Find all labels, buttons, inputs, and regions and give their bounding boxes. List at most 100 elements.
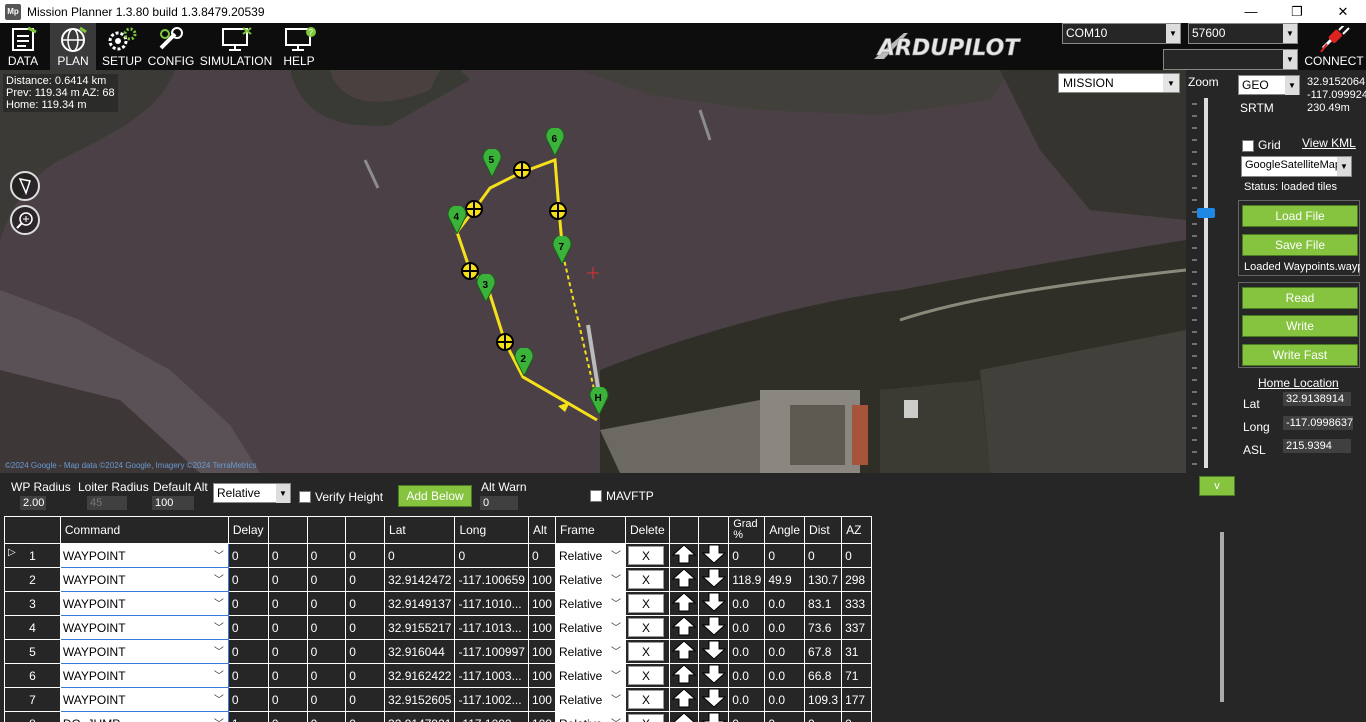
- frame-select[interactable]: Relative﹀: [554, 687, 627, 712]
- table-row[interactable]: 7 WAYPOINT ﹀ 0 0 0 0 32.9152605 -117.1002... 100 R…: [4, 687, 872, 712]
- wp-radius-field[interactable]: 2.00: [20, 496, 46, 510]
- read-button[interactable]: Read: [1242, 287, 1358, 309]
- delete-row-button[interactable]: X: [628, 666, 664, 685]
- zoom-slider-thumb[interactable]: [1197, 208, 1215, 218]
- delete-row-button[interactable]: X: [628, 642, 664, 661]
- row-index[interactable]: 7: [4, 687, 61, 712]
- save-file-button[interactable]: Save File: [1242, 234, 1358, 256]
- map-mode-select[interactable]: MISSION ▼: [1058, 73, 1180, 93]
- altitude-frame-select[interactable]: Relative ▼: [213, 483, 291, 503]
- load-file-button[interactable]: Load File: [1242, 205, 1358, 227]
- table-row[interactable]: 2 WAYPOINT ﹀ 0 0 0 0 32.9142472 -117.100659 100 Re…: [4, 567, 872, 592]
- waypoint-marker-6[interactable]: 6: [545, 126, 565, 159]
- param1-cell[interactable]: 0: [227, 687, 269, 712]
- link-select[interactable]: ▼: [1163, 49, 1298, 70]
- table-row[interactable]: 4 WAYPOINT ﹀ 0 0 0 0 32.9155217 -117.1013... 100 R…: [4, 615, 872, 640]
- home-long-field[interactable]: -117.0998637: [1283, 416, 1353, 430]
- lat-cell[interactable]: 32.9152605: [384, 687, 456, 712]
- command-select[interactable]: WAYPOINT ﹀: [59, 567, 229, 592]
- long-cell[interactable]: -117.100997: [454, 639, 529, 664]
- row-index[interactable]: 4: [4, 615, 61, 640]
- param3-cell[interactable]: 0: [306, 543, 347, 568]
- delete-row-button[interactable]: X: [628, 618, 664, 637]
- command-select[interactable]: WAYPOINT ﹀: [59, 591, 229, 616]
- lat-cell[interactable]: 32.9142472: [384, 567, 456, 592]
- long-cell[interactable]: 0: [454, 543, 529, 568]
- move-down-icon[interactable]: [698, 543, 730, 568]
- write-fast-button[interactable]: Write Fast: [1242, 344, 1358, 366]
- param2-cell[interactable]: 0: [267, 663, 308, 688]
- connect-button[interactable]: CONNECT: [1304, 23, 1364, 70]
- add-below-button[interactable]: Add Below: [398, 485, 472, 507]
- move-down-icon[interactable]: [698, 567, 730, 592]
- alt-cell[interactable]: 100: [527, 615, 556, 640]
- compass-ruler-icon[interactable]: [10, 171, 40, 201]
- toolbar-setup-button[interactable]: SETUP: [101, 23, 143, 70]
- param4-cell[interactable]: 0: [345, 567, 386, 592]
- close-button[interactable]: ✕: [1320, 0, 1366, 23]
- toolbar-data-button[interactable]: DATA: [4, 23, 42, 70]
- table-scrollbar-thumb[interactable]: [1220, 532, 1224, 702]
- param3-cell[interactable]: 0: [306, 711, 347, 722]
- move-up-icon[interactable]: [668, 615, 700, 640]
- long-cell[interactable]: -117.1013...: [454, 615, 529, 640]
- move-up-icon[interactable]: [668, 639, 700, 664]
- move-up-icon[interactable]: [668, 687, 700, 712]
- param1-cell[interactable]: 1: [227, 711, 269, 722]
- toolbar-help-button[interactable]: ? HELP: [278, 23, 320, 70]
- move-up-icon[interactable]: [668, 543, 700, 568]
- long-cell[interactable]: -117.1002...: [454, 687, 529, 712]
- lat-cell[interactable]: 32.9162422: [384, 663, 456, 688]
- alt-cell[interactable]: 100: [527, 567, 556, 592]
- param3-cell[interactable]: 0: [306, 639, 347, 664]
- table-row[interactable]: 3 WAYPOINT ﹀ 0 0 0 0 32.9149137 -117.1010... 100 R…: [4, 591, 872, 616]
- frame-select[interactable]: Relative﹀: [554, 639, 627, 664]
- alt-cell[interactable]: 100: [527, 687, 556, 712]
- command-select[interactable]: WAYPOINT ﹀: [59, 615, 229, 640]
- table-row[interactable]: 8DO_JUMP﹀100032.9147921-117.1002...100Re…: [4, 711, 872, 722]
- param1-cell[interactable]: 0: [227, 663, 269, 688]
- lat-cell[interactable]: 32.916044: [384, 639, 456, 664]
- param3-cell[interactable]: 0: [306, 567, 347, 592]
- row-index[interactable]: 8: [4, 711, 61, 722]
- com-port-select[interactable]: COM10 ▼: [1062, 23, 1181, 44]
- param3-cell[interactable]: 0: [306, 663, 347, 688]
- minimize-button[interactable]: —: [1228, 0, 1274, 23]
- waypoint-marker-7[interactable]: 7: [552, 234, 572, 267]
- param4-cell[interactable]: 0: [345, 711, 386, 722]
- lat-cell[interactable]: 32.9155217: [384, 615, 456, 640]
- param2-cell[interactable]: 0: [267, 639, 308, 664]
- default-alt-field[interactable]: 100: [152, 496, 194, 510]
- move-down-icon[interactable]: [698, 687, 730, 712]
- home-asl-field[interactable]: 215.9394: [1283, 439, 1351, 453]
- verify-height-checkbox[interactable]: [299, 491, 311, 503]
- toolbar-simulation-button[interactable]: SIMULATION: [200, 23, 272, 70]
- command-select[interactable]: WAYPOINT ﹀: [59, 663, 229, 688]
- param2-cell[interactable]: 0: [267, 711, 308, 722]
- table-scrollbar[interactable]: [1213, 516, 1231, 722]
- param3-cell[interactable]: 0: [306, 687, 347, 712]
- table-row[interactable]: 6 WAYPOINT ﹀ 0 0 0 0 32.9162422 -117.1003... 100 R…: [4, 663, 872, 688]
- frame-select[interactable]: Relative﹀: [554, 711, 627, 722]
- delete-row-button[interactable]: X: [628, 594, 664, 613]
- param4-cell[interactable]: 0: [345, 615, 386, 640]
- maximize-button[interactable]: ❐: [1274, 0, 1320, 23]
- param2-cell[interactable]: 0: [267, 687, 308, 712]
- param1-cell[interactable]: 0: [227, 591, 269, 616]
- waypoint-marker-4[interactable]: 4: [447, 204, 467, 237]
- waypoint-marker-2[interactable]: 2: [514, 346, 534, 379]
- alt-cell[interactable]: 100: [527, 663, 556, 688]
- param2-cell[interactable]: 0: [267, 567, 308, 592]
- move-down-icon[interactable]: [698, 639, 730, 664]
- long-cell[interactable]: -117.1002...: [454, 711, 529, 722]
- param1-cell[interactable]: 0: [227, 567, 269, 592]
- param4-cell[interactable]: 0: [345, 639, 386, 664]
- coord-type-select[interactable]: GEO ▼: [1238, 75, 1300, 95]
- alt-cell[interactable]: 100: [527, 639, 556, 664]
- move-up-icon[interactable]: [668, 711, 700, 722]
- delete-row-button[interactable]: X: [628, 714, 664, 722]
- param4-cell[interactable]: 0: [345, 663, 386, 688]
- delete-row-button[interactable]: X: [628, 546, 664, 565]
- alt-cell[interactable]: 0: [527, 543, 556, 568]
- frame-select[interactable]: Relative﹀: [554, 591, 627, 616]
